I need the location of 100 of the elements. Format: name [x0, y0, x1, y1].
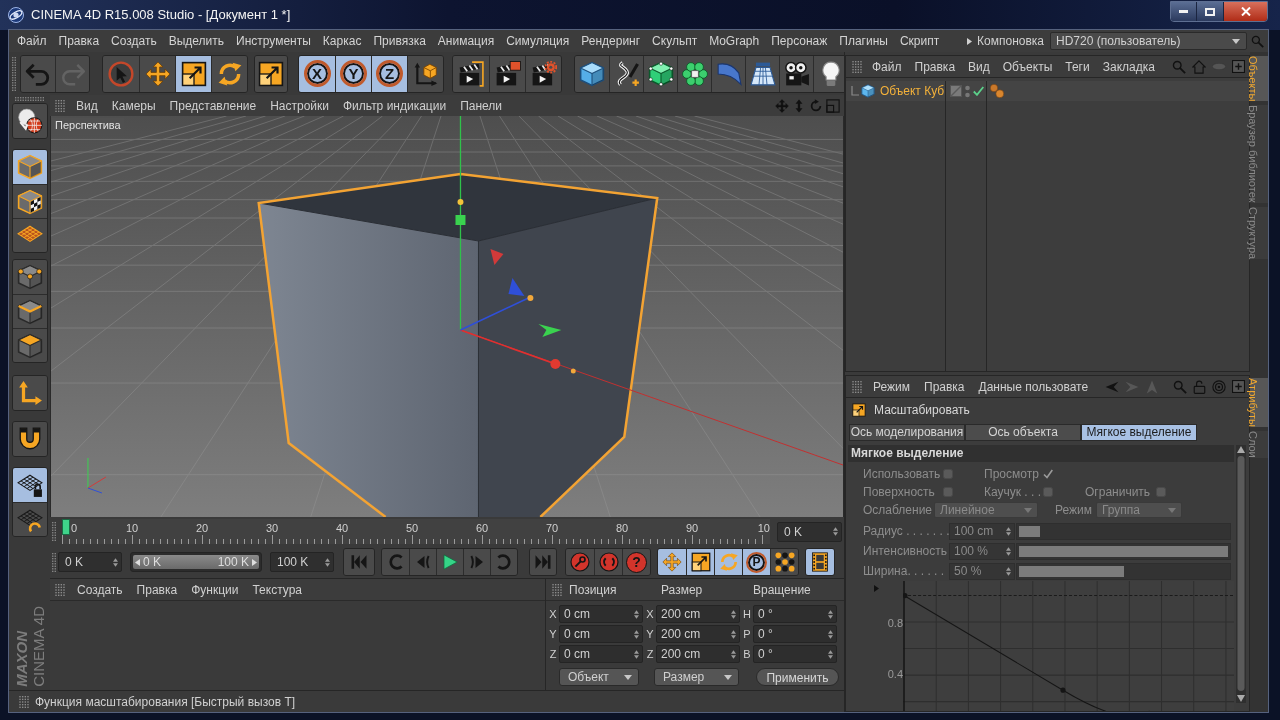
point-level-key-button[interactable] — [770, 549, 798, 575]
axis-lock-button[interactable]: Z — [371, 55, 407, 92]
cube-object-button[interactable] — [575, 55, 609, 92]
recent-tool-button[interactable] — [255, 55, 287, 92]
menu-item[interactable]: Правка — [924, 377, 965, 396]
scale-tool-button[interactable] — [175, 55, 211, 92]
menu-item[interactable]: Представление — [169, 96, 257, 115]
menu-item[interactable]: Объекты — [1002, 57, 1053, 76]
value-field[interactable]: 0 cm — [559, 645, 643, 663]
pen-tool-button[interactable] — [609, 55, 643, 92]
value-field[interactable]: 200 cm — [656, 605, 740, 623]
menu-item[interactable]: Правка — [914, 57, 956, 76]
edges-mode-button[interactable] — [12, 294, 47, 328]
record-key-button[interactable] — [566, 549, 594, 575]
menu-item[interactable]: Выделить — [168, 32, 225, 50]
menu-item[interactable]: Создать — [77, 580, 123, 599]
frame-field[interactable]: 0 K — [777, 521, 842, 542]
model-mode-button[interactable] — [12, 150, 47, 184]
menu-item[interactable]: MoGraph — [709, 32, 760, 50]
value-field[interactable]: 0 ° — [753, 625, 837, 643]
close-button[interactable] — [1224, 2, 1267, 21]
menu-item[interactable]: Режим — [873, 377, 910, 396]
minimize-button[interactable] — [1171, 2, 1197, 21]
menu-item[interactable]: Анимация — [437, 32, 495, 50]
menu-item[interactable]: Данные пользовате — [978, 377, 1089, 396]
menu-item[interactable]: Файл — [17, 32, 47, 50]
camera-button[interactable] — [779, 55, 813, 92]
parameter-key-button[interactable]: P — [742, 549, 770, 575]
points-mode-button[interactable] — [12, 260, 47, 294]
coordinate-system-button[interactable] — [407, 55, 443, 92]
menu-item[interactable]: Привязка — [373, 32, 426, 50]
frame-field[interactable]: 0 K — [58, 552, 122, 572]
axis-lock-button[interactable]: Y — [335, 55, 371, 92]
value-field[interactable]: 0 ° — [753, 605, 837, 623]
value-field[interactable]: 200 cm — [656, 645, 740, 663]
menu-item[interactable]: Рендеринг — [581, 32, 641, 50]
menu-item[interactable]: Персонаж — [771, 32, 828, 50]
make-editable-button[interactable] — [12, 104, 47, 138]
layout-dropdown[interactable]: HD720 (пользователь) — [1050, 32, 1247, 50]
menu-item[interactable]: Текстура — [252, 580, 302, 599]
value-field[interactable]: 0 cm — [559, 625, 643, 643]
floor-button[interactable] — [745, 55, 779, 92]
move-tool-button[interactable] — [139, 55, 175, 92]
render-picture-button[interactable] — [489, 55, 525, 92]
vertical-scrollbar[interactable] — [1236, 445, 1246, 703]
texture-mode-button[interactable] — [12, 184, 47, 218]
menu-item[interactable]: Скульпт — [652, 32, 698, 50]
menu-item[interactable]: Каркас — [322, 32, 362, 50]
apply-button[interactable]: Применить — [756, 668, 839, 686]
render-view-button[interactable] — [453, 55, 489, 92]
axis-mode-button[interactable] — [12, 376, 47, 410]
axis-lock-button[interactable]: X — [299, 55, 335, 92]
tab[interactable]: Мягкое выделение — [1081, 424, 1197, 441]
menu-item[interactable]: Камеры — [111, 96, 156, 115]
value-field[interactable]: 200 cm — [656, 625, 740, 643]
menu-item[interactable]: Панели — [460, 96, 503, 115]
key-selection-button[interactable]: ? — [622, 549, 650, 575]
menu-item[interactable]: Вид — [968, 57, 990, 76]
rotation-key-button[interactable] — [714, 549, 742, 575]
menu-item[interactable]: Создать — [111, 32, 157, 50]
array-button[interactable] — [677, 55, 711, 92]
menu-item[interactable]: Плагины — [839, 32, 888, 50]
menu-item[interactable]: Вид — [76, 96, 98, 115]
texture-axis-button[interactable] — [12, 218, 47, 252]
subdivision-button[interactable] — [643, 55, 677, 92]
menu-item[interactable]: Симуляция — [506, 32, 570, 50]
menu-item[interactable]: Фильтр индикации — [343, 96, 447, 115]
tab[interactable]: Ось моделирования — [849, 424, 965, 441]
autokey-button[interactable] — [594, 549, 622, 575]
tab[interactable]: Ось объекта — [965, 424, 1081, 441]
deformer-button[interactable] — [711, 55, 745, 92]
lock-workplane-button[interactable] — [12, 468, 47, 502]
menu-item[interactable]: Инструменты — [236, 32, 311, 50]
workplane-rotate-button[interactable] — [12, 502, 47, 536]
render-settings-button[interactable] — [525, 55, 561, 92]
axis-label: X — [645, 606, 655, 622]
menu-item[interactable]: Функции — [191, 580, 239, 599]
light-button[interactable] — [813, 55, 844, 92]
value-field[interactable]: 0 ° — [753, 645, 837, 663]
menu-item[interactable]: Файл — [872, 57, 902, 76]
value-field[interactable]: 0 cm — [559, 605, 643, 623]
go-to-start-button[interactable] — [344, 549, 374, 575]
menu-item[interactable]: Настройки — [270, 96, 329, 115]
menu-item[interactable]: Закладка — [1102, 57, 1155, 76]
play-button[interactable] — [436, 549, 463, 575]
rotate-tool-button[interactable] — [211, 55, 247, 92]
maximize-button[interactable] — [1197, 2, 1224, 21]
dropdown[interactable]: Размер — [654, 668, 739, 686]
menu-item[interactable]: Правка — [136, 580, 178, 599]
dropdown[interactable]: Объект — [559, 668, 639, 686]
scale-key-button[interactable] — [686, 549, 714, 575]
menu-item[interactable]: Теги — [1065, 57, 1090, 76]
tweak-mode-button[interactable] — [12, 422, 47, 456]
menu-item[interactable]: Скрипт — [899, 32, 940, 50]
frame-field[interactable]: 100 K — [270, 552, 334, 572]
menu-item[interactable]: Правка — [58, 32, 100, 50]
live-selection-button[interactable] — [103, 55, 139, 92]
polygons-mode-button[interactable] — [12, 328, 47, 362]
panel-tab[interactable]: Объекты — [1250, 56, 1268, 102]
timeline-button[interactable] — [806, 549, 834, 575]
